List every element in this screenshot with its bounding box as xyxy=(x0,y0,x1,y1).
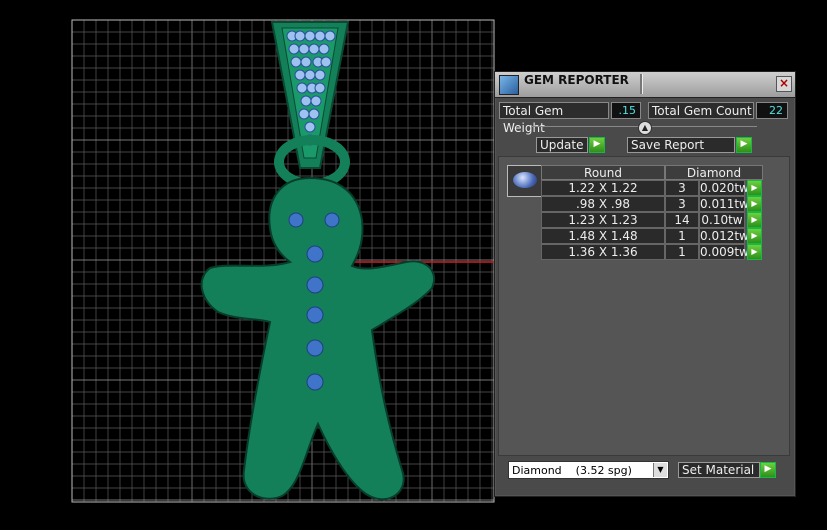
row-go-icon[interactable]: ▶ xyxy=(747,180,762,196)
update-button[interactable]: Update xyxy=(536,137,588,153)
panel-titlebar[interactable]: GEM REPORTER × xyxy=(495,72,795,98)
gem-weight-cell: 0.011tw xyxy=(699,196,749,212)
gem-reporter-icon xyxy=(499,75,519,95)
total-gem-count-label: Total Gem Count xyxy=(648,102,754,119)
update-go-icon[interactable]: ▶ xyxy=(589,137,605,153)
gem-count-cell: 1 xyxy=(665,228,699,244)
total-gem-weight-value: .15 xyxy=(611,102,641,119)
set-material-go-icon[interactable]: ▶ xyxy=(760,462,776,478)
eye-button-right xyxy=(324,212,340,228)
gem-size-cell: .98 X .98 xyxy=(541,196,665,212)
title-separator xyxy=(640,74,643,94)
save-report-go-icon[interactable]: ▶ xyxy=(736,137,752,153)
round-gem-icon xyxy=(513,172,537,188)
total-gem-count-value: 22 xyxy=(756,102,788,119)
material-select[interactable]: Diamond (3.52 spg) ▼ xyxy=(508,461,669,479)
save-report-button[interactable]: Save Report xyxy=(627,137,735,153)
gem-size-cell: 1.36 X 1.36 xyxy=(541,244,665,260)
gem-count-cell: 14 xyxy=(665,212,699,228)
eye-button-left xyxy=(288,212,304,228)
body-button-4 xyxy=(306,339,324,357)
collapse-arrow-icon[interactable]: ▲ xyxy=(638,121,652,135)
gem-weight-cell: 0.012tw xyxy=(699,228,749,244)
column-header-material: Diamond xyxy=(665,165,763,180)
round-gem-thumbnail[interactable] xyxy=(507,165,543,197)
close-icon[interactable]: × xyxy=(776,76,792,92)
gem-size-cell: 1.48 X 1.48 xyxy=(541,228,665,244)
body-button-1 xyxy=(306,245,324,263)
gem-weight-cell: 0.009tw xyxy=(699,244,749,260)
gem-count-cell: 3 xyxy=(665,196,699,212)
gem-count-cell: 3 xyxy=(665,180,699,196)
body-button-3 xyxy=(306,306,324,324)
body-button-5 xyxy=(306,373,324,391)
row-go-icon[interactable]: ▶ xyxy=(747,228,762,244)
body-button-2 xyxy=(306,276,324,294)
gingerbread-model xyxy=(200,176,435,501)
column-header-shape: Round xyxy=(541,165,665,180)
row-go-icon[interactable]: ▶ xyxy=(747,212,762,228)
gem-list-area: Round Diamond 1.22 X 1.22 3 0.020tw ▶ .98 X … xyxy=(498,156,790,456)
panel-title: GEM REPORTER xyxy=(524,73,629,87)
gem-size-cell: 1.23 X 1.23 xyxy=(541,212,665,228)
material-select-value: Diamond (3.52 spg) xyxy=(512,464,632,477)
gem-weight-cell: 0.10tw xyxy=(699,212,745,228)
total-gem-weight-label: Total Gem Weight xyxy=(499,102,609,135)
gem-count-cell: 1 xyxy=(665,244,699,260)
chevron-down-icon[interactable]: ▼ xyxy=(653,463,667,477)
gem-reporter-panel: GEM REPORTER × Total Gem Weight .15 Tota… xyxy=(494,71,796,497)
gem-weight-cell: 0.020tw xyxy=(699,180,749,196)
row-go-icon[interactable]: ▶ xyxy=(747,196,762,212)
set-material-button[interactable]: Set Material xyxy=(678,462,760,478)
gem-size-cell: 1.22 X 1.22 xyxy=(541,180,665,196)
row-go-icon[interactable]: ▶ xyxy=(747,244,762,260)
